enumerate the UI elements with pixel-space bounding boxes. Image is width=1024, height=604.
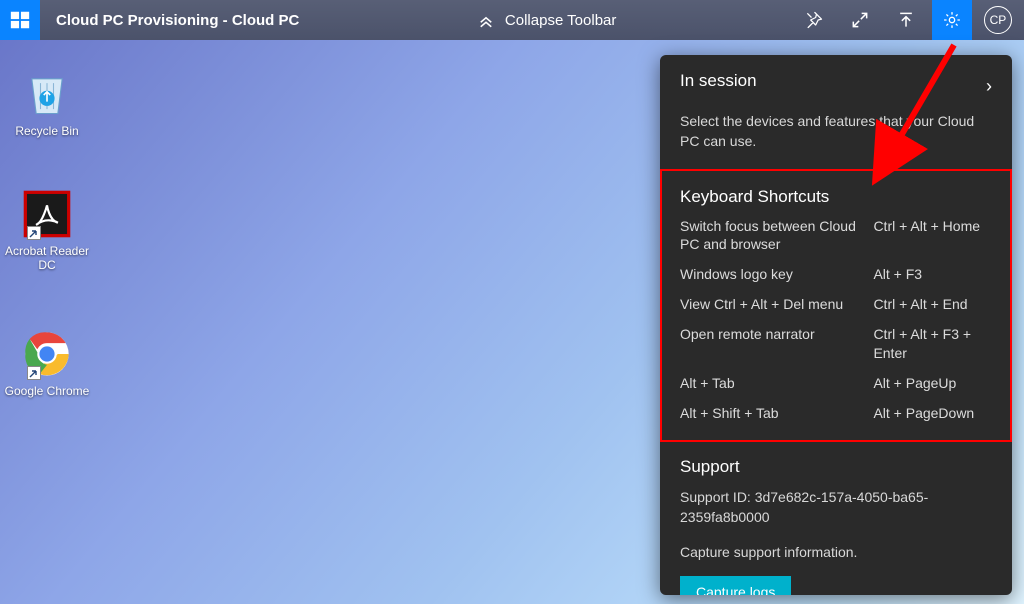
recycle-bin-icon [21,68,73,120]
support-heading: Support [680,457,992,477]
shortcut-label: Alt + Tab [680,374,873,392]
toolbar-left: Cloud PC Provisioning - Cloud PC [0,0,299,40]
shortcut-key: Ctrl + Alt + End [873,295,992,313]
gear-icon [942,10,962,30]
desktop-icon-chrome[interactable]: Google Chrome [2,328,92,398]
settings-panel: In session › Select the devices and feat… [660,55,1012,595]
user-avatar[interactable]: CP [984,6,1012,34]
shortcut-row: Alt + Shift + Tab Alt + PageDown [680,404,992,422]
support-id: Support ID: 3d7e682c-157a-4050-ba65-2359… [680,487,992,528]
avatar-initials: CP [990,13,1007,27]
shortcut-row: Alt + Tab Alt + PageUp [680,374,992,392]
shortcut-row: Windows logo key Alt + F3 [680,265,992,283]
shortcut-key: Ctrl + Alt + F3 + Enter [873,325,992,361]
acrobat-icon [21,188,73,240]
windows-logo-button[interactable] [0,0,40,40]
desktop-icon-label: Acrobat Reader DC [2,244,92,272]
shortcut-arrow-icon [27,226,41,240]
chrome-icon [21,328,73,380]
desktop-icon-label: Recycle Bin [2,124,92,138]
desktop-icon-recycle-bin[interactable]: Recycle Bin [2,68,92,138]
shortcut-label: View Ctrl + Alt + Del menu [680,295,873,313]
shortcut-key: Ctrl + Alt + Home [873,217,992,253]
shortcut-row: Switch focus between Cloud PC and browse… [680,217,992,253]
chevron-right-icon: › [986,76,992,97]
pin-icon [804,10,824,30]
upload-icon [896,10,916,30]
shortcut-arrow-icon [27,366,41,380]
session-description: Select the devices and features that you… [680,111,992,152]
windows-icon [9,9,31,31]
session-section: In session › Select the devices and feat… [660,55,1012,171]
settings-button[interactable] [932,0,972,40]
collapse-toolbar-label: Collapse Toolbar [505,12,616,29]
shortcut-row: Open remote narrator Ctrl + Alt + F3 + E… [680,325,992,361]
desktop-icon-acrobat[interactable]: Acrobat Reader DC [2,188,92,272]
shortcut-row: View Ctrl + Alt + Del menu Ctrl + Alt + … [680,295,992,313]
shortcuts-section: Keyboard Shortcuts Switch focus between … [660,171,1012,442]
capture-info: Capture support information. [680,542,992,562]
capture-logs-button[interactable]: Capture logs [680,576,791,595]
upload-button[interactable] [886,0,926,40]
shortcut-label: Windows logo key [680,265,873,283]
toolbar: Cloud PC Provisioning - Cloud PC Collaps… [0,0,1024,40]
shortcut-key: Alt + F3 [873,265,992,283]
session-header[interactable]: In session › [680,71,992,101]
pin-button[interactable] [794,0,834,40]
toolbar-title: Cloud PC Provisioning - Cloud PC [56,12,299,29]
shortcut-key: Alt + PageUp [873,374,992,392]
shortcut-label: Alt + Shift + Tab [680,404,873,422]
shortcut-label: Open remote narrator [680,325,873,361]
collapse-toolbar-button[interactable]: Collapse Toolbar [477,11,616,29]
session-heading: In session [680,71,757,91]
expand-icon [850,10,870,30]
desktop-icon-label: Google Chrome [2,384,92,398]
support-section: Support Support ID: 3d7e682c-157a-4050-b… [660,441,1012,595]
shortcuts-heading: Keyboard Shortcuts [680,187,992,207]
chevron-double-up-icon [477,11,495,29]
fullscreen-button[interactable] [840,0,880,40]
shortcut-key: Alt + PageDown [873,404,992,422]
toolbar-right: CP [794,0,1018,40]
shortcut-label: Switch focus between Cloud PC and browse… [680,217,873,253]
